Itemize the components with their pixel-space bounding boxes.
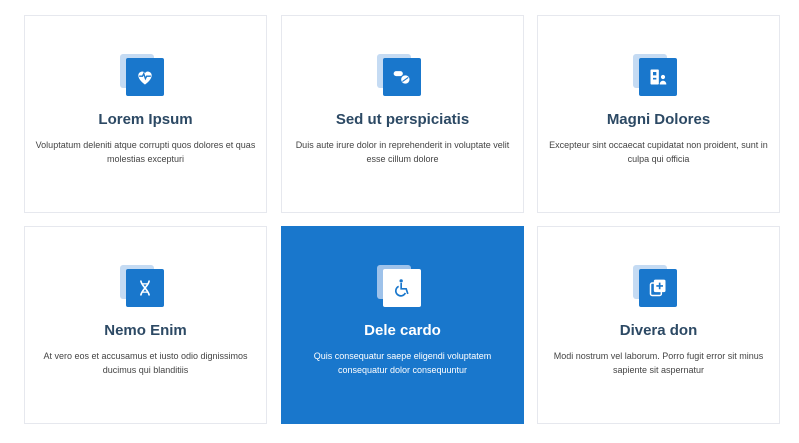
service-icon-box — [376, 265, 427, 313]
card-title: Lorem Ipsum — [98, 111, 193, 128]
service-card-nemo-enim[interactable]: Nemo Enim At vero eos et accusamus et iu… — [24, 226, 267, 424]
service-icon-box — [376, 54, 427, 102]
service-card-magni-dolores[interactable]: Magni Dolores Excepteur sint occaecat cu… — [537, 15, 780, 213]
pills-icon — [393, 71, 409, 84]
card-title: Nemo Enim — [104, 322, 187, 339]
card-title: Divera don — [619, 322, 698, 339]
service-icon-box — [119, 265, 170, 313]
card-description: Excepteur sint occaecat cupidatat non pr… — [549, 140, 768, 164]
hospital-user-icon — [650, 69, 666, 85]
service-card-sed-ut-perspiciatis[interactable]: Sed ut perspiciatis Duis aute irure dolo… — [281, 15, 524, 213]
wheelchair-icon — [394, 279, 409, 297]
card-title: Sed ut perspiciatis — [335, 111, 470, 128]
card-description: Duis aute irure dolor in reprehenderit i… — [295, 140, 510, 164]
card-description: Voluptatum deleniti atque corrupti quos … — [35, 140, 256, 164]
card-title: Magni Dolores — [606, 111, 711, 128]
card-description: Quis consequatur saepe eligendi voluptat… — [313, 351, 492, 375]
card-title: Dele cardo — [364, 322, 441, 339]
dna-icon — [139, 280, 150, 296]
service-card-dele-cardo[interactable]: Dele cardo Quis consequatur saepe eligen… — [281, 226, 524, 424]
service-icon-box — [119, 54, 170, 102]
heartbeat-icon — [137, 71, 152, 85]
card-description: Modi nostrum vel laborum. Porro fugit er… — [553, 351, 764, 375]
notes-medical-icon — [649, 279, 665, 297]
service-card-lorem-ipsum[interactable]: Lorem Ipsum Voluptatum deleniti atque co… — [24, 15, 267, 213]
service-icon-box — [632, 54, 683, 102]
service-icon-box — [632, 265, 683, 313]
card-description: At vero eos et accusamus et iusto odio d… — [43, 351, 248, 375]
service-card-divera-don[interactable]: Divera don Modi nostrum vel laborum. Por… — [537, 226, 780, 424]
